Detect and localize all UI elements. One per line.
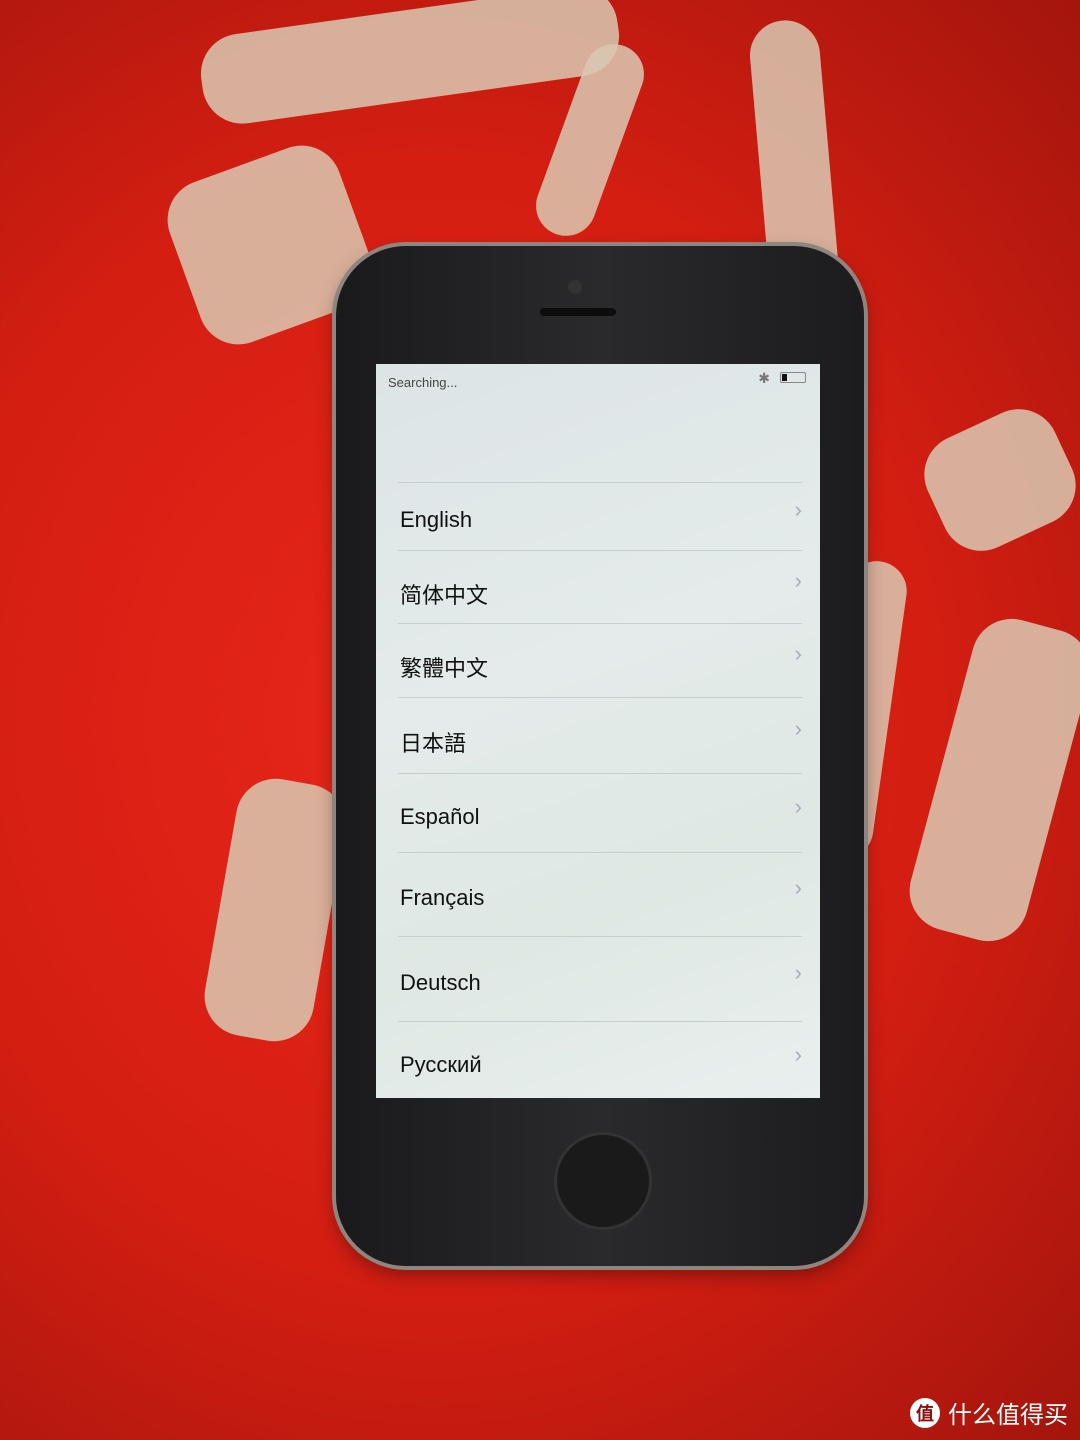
language-item-1[interactable]: 简体中文 › (398, 550, 802, 624)
phone-screen: Searching... ✱ English › 简体中文 › 繁體中文 › 日本語 › Esp… (376, 364, 820, 1098)
language-label: Deutsch (400, 969, 481, 995)
background-calligraphy (195, 0, 625, 129)
language-item-5[interactable]: Français › (398, 852, 802, 937)
watermark: 值 什么值得买 (910, 1395, 1068, 1430)
language-label: 简体中文 (400, 582, 489, 608)
chevron-right-icon: › (794, 793, 802, 819)
language-item-3[interactable]: 日本語 › (398, 697, 802, 774)
language-item-0[interactable]: English › (398, 482, 802, 551)
language-label: 日本語 (400, 731, 467, 756)
background-calligraphy (911, 396, 1080, 564)
language-item-4[interactable]: Español › (398, 773, 802, 853)
earpiece-speaker (540, 308, 616, 316)
chevron-right-icon: › (794, 875, 802, 900)
language-label: Français (400, 885, 485, 910)
language-label: English (400, 507, 473, 532)
chevron-right-icon: › (794, 497, 802, 522)
background-calligraphy (198, 772, 352, 1048)
language-label: 繁體中文 (400, 656, 489, 681)
language-item-6[interactable]: Deutsch › (398, 936, 802, 1022)
watermark-text: 什么值得买 (948, 1402, 1068, 1429)
chevron-right-icon: › (794, 1042, 802, 1067)
chevron-right-icon: › (794, 567, 802, 593)
language-item-2[interactable]: 繁體中文 › (398, 623, 802, 698)
watermark-logo: 值 (910, 1397, 940, 1428)
front-camera (568, 280, 582, 294)
language-label: Español (400, 803, 480, 829)
chevron-right-icon: › (794, 959, 802, 985)
bluetooth-icon: ✱ (758, 370, 770, 386)
battery-icon (780, 372, 806, 383)
carrier-status: Searching... (388, 375, 458, 390)
home-button[interactable] (554, 1132, 652, 1230)
language-label: Русский (400, 1052, 482, 1077)
chevron-right-icon: › (794, 716, 802, 741)
chevron-right-icon: › (794, 641, 802, 666)
background-calligraphy (900, 609, 1080, 951)
language-item-7[interactable]: Русский › (398, 1021, 802, 1098)
